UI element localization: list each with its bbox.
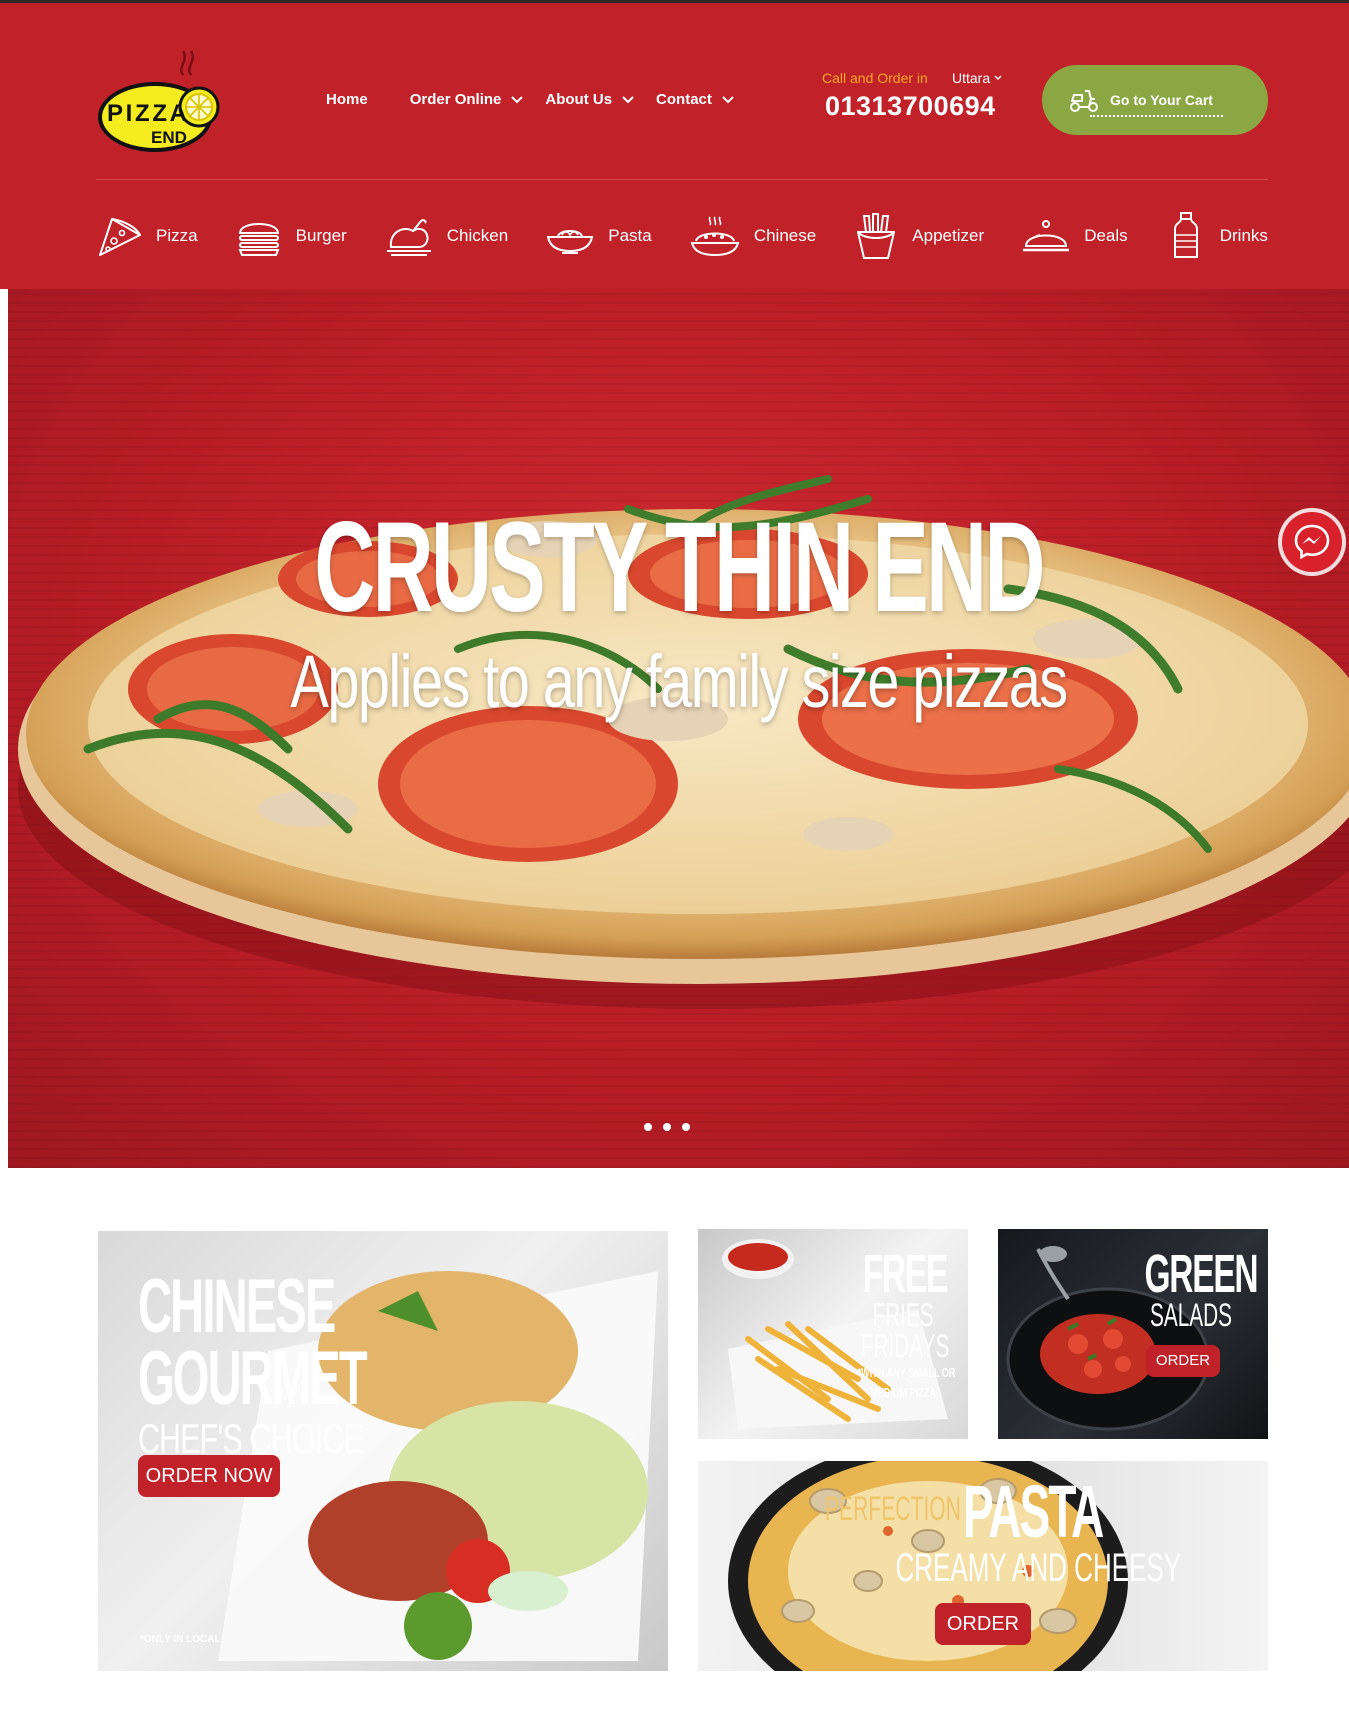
promo-green-salads[interactable]: GREEN SALADS ORDER	[998, 1229, 1268, 1439]
burger-icon	[238, 223, 280, 256]
category-label: Deals	[1084, 226, 1128, 245]
promo-chinese-line1: CHINESE	[138, 1264, 336, 1349]
scooter-icon	[1070, 90, 1098, 112]
promo-chinese-line2: GOURMET	[138, 1336, 368, 1422]
order-now-button[interactable]: ORDER NOW	[138, 1455, 280, 1497]
chicken-icon	[386, 219, 431, 256]
promo-fries-note1: *WITH ANY SMALL OR	[857, 1365, 956, 1381]
category-label: Appetizer	[912, 226, 985, 245]
category-label: Pizza	[156, 226, 198, 245]
category-label: Chicken	[446, 226, 509, 245]
branch-selector[interactable]: Uttara	[952, 70, 1002, 86]
bottle-icon	[1173, 212, 1198, 258]
slider-dot[interactable]	[663, 1123, 671, 1131]
category-label: Drinks	[1219, 226, 1268, 245]
slider-dot[interactable]	[682, 1123, 690, 1131]
category-pasta[interactable]: Pasta	[546, 213, 652, 259]
promo-free-fries[interactable]: FREE FRIES FRIDAYS *WITH ANY SMALL OR ME…	[698, 1229, 968, 1439]
phone-number[interactable]: 01313700694	[825, 91, 996, 122]
promo-fries-note2: MEDIUM PIZZA	[870, 1385, 936, 1401]
order-button[interactable]: ORDER	[1146, 1345, 1220, 1377]
promo-perfection-pasta[interactable]: PERFECTION PASTA CREAMY AND CHEESY ORDER	[698, 1461, 1268, 1671]
promo-pasta-line1: PERFECTION	[825, 1490, 961, 1528]
nav-contact-label: Contact	[656, 91, 712, 108]
pizza-slice-icon	[99, 218, 141, 256]
call-label: Call and Order in	[822, 70, 928, 86]
site-header: PIZZA END Home Order Online About Us Con…	[0, 3, 1349, 289]
promo-pasta-line3: CREAMY AND CHEESY	[895, 1546, 1182, 1590]
promo-chinese-note: *ONLY IN LOCAL	[140, 1634, 221, 1645]
nav-contact[interactable]: Contact	[656, 91, 734, 108]
fries-icon	[857, 213, 896, 259]
logo-text-bottom: END	[151, 128, 187, 147]
branch-label: Uttara	[952, 70, 991, 86]
promo-chinese-line3: CHEF'S CHOICE	[138, 1415, 364, 1463]
promo-fries-line1: FREE	[862, 1244, 949, 1304]
category-chinese[interactable]: Chinese	[690, 213, 816, 259]
hero-subtitle: Applies to any family size pizzas	[290, 640, 1068, 723]
category-burger[interactable]: Burger	[236, 213, 347, 259]
category-chicken[interactable]: Chicken	[385, 213, 508, 259]
promo-salad-line1: GREEN	[1144, 1244, 1259, 1304]
cart-label: Go to Your Cart	[1090, 92, 1223, 117]
category-label: Burger	[295, 226, 347, 245]
category-label: Chinese	[753, 226, 817, 245]
hero-title: CRUSTY THIN END	[314, 496, 1045, 639]
category-deals[interactable]: Deals	[1022, 216, 1128, 256]
chevron-down-icon	[994, 75, 1002, 80]
category-label: Pasta	[608, 226, 652, 245]
nav-order-online-label: Order Online	[409, 91, 502, 108]
hero-slider[interactable]: CRUSTY THIN END Applies to any family si…	[8, 289, 1349, 1168]
slider-dot[interactable]	[644, 1123, 652, 1131]
category-pizza[interactable]: Pizza	[96, 213, 198, 259]
promo-fries-line3: FRIDAYS	[860, 1327, 950, 1364]
order-button[interactable]: ORDER	[935, 1603, 1031, 1645]
nav-home-label: Home	[326, 91, 368, 108]
nav-about-us[interactable]: About Us	[545, 91, 634, 108]
nav-home[interactable]: Home	[326, 91, 368, 108]
nav-about-us-label: About Us	[545, 91, 613, 108]
go-to-cart-button[interactable]: Go to Your Cart	[1042, 65, 1268, 135]
pasta-bowl-icon	[547, 230, 594, 254]
category-drinks[interactable]: Drinks	[1166, 211, 1268, 261]
cloche-icon	[1023, 220, 1070, 252]
logo-text-top: PIZZA	[107, 100, 187, 127]
promo-salad-line2: SALADS	[1149, 1297, 1233, 1334]
category-appetizer[interactable]: Appetizer	[854, 212, 984, 260]
chinese-dish-icon	[690, 216, 740, 257]
promo-chinese-gourmet[interactable]: CHINESE GOURMET CHEF'S CHOICE ORDER NOW …	[98, 1231, 668, 1671]
brand-logo[interactable]: PIZZA END	[95, 41, 225, 161]
chevron-down-icon	[511, 95, 524, 103]
nav-order-online[interactable]: Order Online	[410, 91, 524, 108]
main-nav: Home Order Online About Us Contact	[326, 91, 764, 108]
promo-pasta-line2: PASTA	[963, 1470, 1104, 1553]
messenger-icon	[1294, 524, 1330, 560]
slider-pagination	[644, 1123, 701, 1131]
messenger-chat-button[interactable]	[1282, 512, 1342, 572]
header-divider	[96, 179, 1268, 180]
promo-fries-line2: FRIES	[872, 1297, 934, 1334]
chevron-down-icon	[722, 95, 734, 103]
chevron-down-icon	[622, 95, 634, 103]
category-bar: Pizza Burger Chicken Pasta Chinese Appet…	[96, 211, 1268, 261]
